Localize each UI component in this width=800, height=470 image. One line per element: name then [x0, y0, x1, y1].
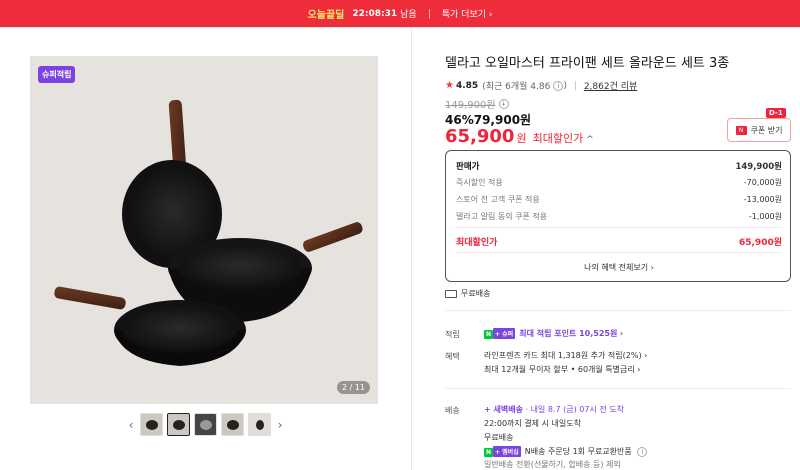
return-policy-text: N배송 주문당 1회 무료교환반품	[524, 447, 632, 456]
breakdown-total-value: 65,900원	[738, 238, 782, 248]
product-title: 델라고 오일마스터 프라이팬 세트 올라운드 세트 3종	[445, 56, 730, 71]
header-divider	[0, 27, 800, 28]
super-reward-badge: 슈퍼적립	[38, 66, 76, 83]
rating-row: ★ 4.85 (최근 6개월 4.86 i ) 2,862건 리뷰	[445, 79, 637, 92]
sale-price: 79,900원	[473, 113, 532, 127]
info-icon[interactable]: i	[498, 98, 509, 109]
delivery-cutoff: 22:00까지 결제 시 내일도착	[484, 419, 581, 428]
image-counter: 2 / 11	[336, 381, 370, 394]
coupon-label: 쿠폰 받기	[750, 125, 783, 135]
reward-row[interactable]: N + 슈퍼 최대 적립 포인트 10,525원 ›	[484, 328, 623, 339]
breakdown-label: 판매가	[456, 162, 480, 172]
breakdown-row: 스토어 전 고객 쿠폰 적용 -13,000원	[456, 194, 782, 205]
breakdown-row: 즉시할인 적용 -70,000원	[456, 177, 782, 188]
section-divider	[445, 310, 791, 311]
discount-rate: 46%	[445, 113, 474, 127]
deal-timer: 22:08:31	[352, 8, 398, 19]
breakdown-value: -70,000원	[743, 178, 782, 187]
chevron-right-icon[interactable]: ›	[273, 418, 287, 432]
breakdown-value: 149,900원	[735, 162, 782, 172]
chevron-up-icon[interactable]: ^	[586, 135, 594, 145]
breakdown-total-label: 최대할인가	[456, 238, 498, 248]
chevron-right-icon: ›	[619, 329, 624, 338]
star-icon: ★	[445, 80, 454, 91]
breakdown-row: 델라고 알림 동의 쿠폰 적용 -1,000원	[456, 211, 782, 222]
deal-banner[interactable]: 오늘끝딜 22:08:31 남음 특가 더보기 ›	[0, 0, 800, 27]
info-icon[interactable]: i	[553, 80, 564, 91]
dawn-delivery-tag: + 새벽배송	[484, 405, 523, 414]
super-plus-tag: + 슈퍼	[493, 328, 516, 339]
reward-points: 최대 적립 포인트 10,525원	[519, 329, 618, 338]
breakdown-label: 즉시할인 적용	[456, 178, 503, 187]
card-benefit-link[interactable]: 라인프렌즈 카드 최대 1,318원 추가 적립(2%) ›	[484, 350, 647, 361]
truck-icon	[445, 289, 457, 298]
price-unit: 원	[516, 132, 527, 145]
breakdown-total-row: 최대할인가 65,900원	[456, 235, 782, 248]
coupon-icon: N	[735, 125, 747, 135]
dawn-delivery-row: + 새벽배송 · 내일 8.7 (금) 07시 전 도착	[484, 404, 624, 415]
rating-recent: (최근 6개월 4.86	[482, 82, 551, 92]
column-divider	[411, 28, 412, 470]
installment-benefit-link[interactable]: 최대 12개월 무이자 할부 • 60개월 특별금리 ›	[484, 364, 640, 375]
free-shipping-label: 무료배송	[461, 289, 491, 298]
reward-label: 적립	[445, 330, 460, 339]
product-image[interactable]: 슈퍼적립 2 / 11	[30, 56, 378, 404]
coupon-dday-badge: D-1	[766, 108, 786, 118]
deal-label: 오늘끝딜	[307, 10, 345, 21]
max-discount-price-row[interactable]: 65,900 원 최대할인가 ^	[445, 126, 594, 147]
breakdown-divider	[456, 227, 782, 228]
review-count-link[interactable]: 2,862건 리뷰	[584, 79, 637, 92]
section-divider	[445, 388, 791, 389]
thumbnail[interactable]	[140, 413, 163, 436]
thumbnail[interactable]	[221, 413, 244, 436]
benefit-label: 혜택	[445, 352, 460, 361]
delivery-label: 배송	[445, 406, 460, 415]
original-price: 149,900원	[445, 100, 496, 111]
thumbnail[interactable]	[194, 413, 217, 436]
membership-tag: + 멤버십	[493, 446, 521, 457]
thumbnail-strip: ‹ ›	[124, 413, 287, 436]
return-policy-row: N + 멤버십 N배송 주문당 1회 무료교환반품 i	[484, 446, 648, 457]
breakdown-value: -13,000원	[743, 195, 782, 204]
banner-divider	[428, 8, 430, 19]
thumbnail-active[interactable]	[167, 413, 190, 436]
rating-score: 4.85	[455, 80, 479, 91]
frying-pans-illustration	[54, 99, 363, 366]
breakdown-divider	[456, 252, 782, 253]
breakdown-row: 판매가 149,900원	[456, 160, 782, 172]
price-breakdown-panel: 판매가 149,900원 즉시할인 적용 -70,000원 스토어 전 고객 쿠…	[445, 150, 791, 282]
original-price-row: 149,900원 i	[445, 96, 509, 111]
info-icon[interactable]: i	[637, 447, 648, 457]
thumbnail[interactable]	[248, 413, 271, 436]
npay-tag: N	[484, 330, 494, 339]
max-discount-price: 65,900	[445, 126, 515, 147]
general-delivery-note: 일반배송 전환(선물하기, 합배송 등) 제외	[484, 460, 621, 469]
delivery-date: · 내일 8.7 (금) 07시 전 도착	[525, 405, 624, 414]
coupon-button[interactable]: N 쿠폰 받기	[727, 118, 791, 142]
breakdown-label: 델라고 알림 동의 쿠폰 적용	[456, 212, 548, 221]
my-benefits-link[interactable]: 나의 혜택 전체보기 ›	[446, 262, 792, 273]
breakdown-label: 스토어 전 고객 쿠폰 적용	[456, 195, 540, 204]
rating-recent-close: )	[563, 80, 567, 91]
npay-tag: N	[484, 448, 494, 457]
max-discount-label: 최대할인가	[532, 132, 584, 145]
divider	[574, 81, 576, 90]
deal-timer-suffix: 남음	[400, 10, 417, 20]
breakdown-value: -1,000원	[748, 212, 782, 221]
delivery-free: 무료배송	[484, 433, 514, 442]
deal-more-link[interactable]: 특가 더보기 ›	[442, 7, 493, 20]
chevron-left-icon[interactable]: ‹	[124, 418, 138, 432]
free-shipping-row: 무료배송	[445, 288, 490, 299]
